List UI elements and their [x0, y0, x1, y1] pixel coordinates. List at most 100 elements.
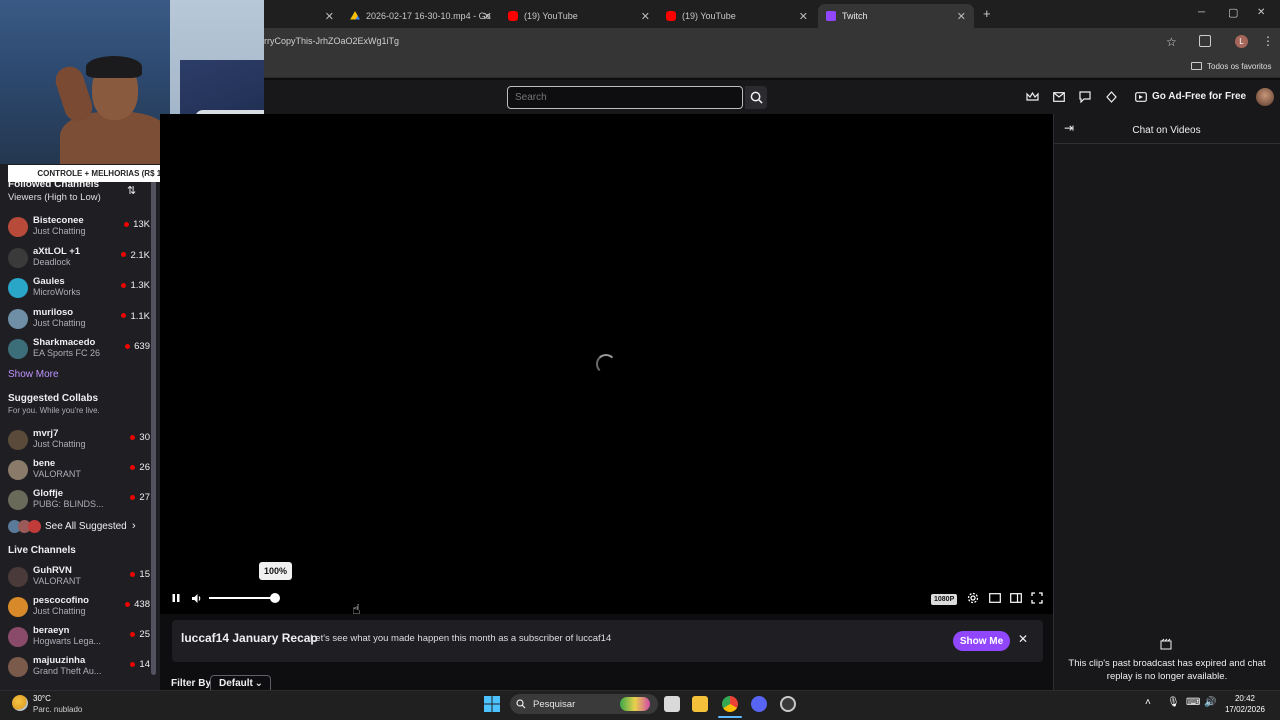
user-avatar[interactable] — [1256, 88, 1274, 106]
live-dot-icon — [130, 464, 136, 470]
channel-name: GuhRVN — [33, 565, 72, 576]
followed-channel-row[interactable]: Sharkmacedo EA Sports FC 26 639 — [8, 336, 150, 364]
channel-avatar — [8, 430, 28, 450]
bookmark-star-icon[interactable]: ☆ — [1166, 35, 1177, 49]
tab-twitch[interactable]: Twitch ✕ — [818, 4, 974, 28]
recap-description: Let's see what you made happen this mont… — [310, 633, 612, 644]
weather-temp[interactable]: 30°C — [33, 694, 51, 703]
search-icon — [516, 699, 526, 709]
channel-avatar — [8, 217, 28, 237]
volume-icon — [192, 593, 201, 603]
channel-name: Bisteconee — [33, 215, 84, 226]
channel-avatar — [8, 460, 28, 480]
channel-game: Just Chatting — [33, 606, 86, 616]
viewer-count: 2.1K — [121, 250, 150, 261]
windows-start-icon[interactable] — [484, 696, 500, 712]
chat-header-divider — [1053, 143, 1280, 144]
chevron-up-icon[interactable]: ˄ — [1145, 697, 1151, 708]
show-more-link[interactable]: Show More — [8, 369, 59, 380]
sort-label[interactable]: Viewers (High to Low) — [8, 192, 101, 203]
channel-avatar — [8, 339, 28, 359]
clock-time[interactable]: 20:42 — [1220, 694, 1270, 703]
clock-date[interactable]: 17/02/2026 — [1220, 705, 1270, 714]
theatre-mode-button[interactable] — [988, 591, 1002, 605]
close-icon[interactable]: ✕ — [799, 10, 808, 23]
see-all-suggested-link[interactable]: See All Suggested — [45, 521, 127, 532]
go-ad-free-button[interactable]: Go Ad-Free for Free — [1152, 91, 1246, 102]
network-icon[interactable]: ⌨ — [1186, 697, 1200, 708]
chat-replay-message: This clip's past broadcast has expired a… — [1068, 658, 1266, 682]
suggested-channel-row[interactable]: mvrj7 Just Chatting 30 — [8, 427, 150, 455]
settings-button[interactable] — [966, 591, 980, 605]
tab-youtube-2[interactable]: (19) YouTube ✕ — [658, 4, 816, 28]
suggested-collabs-header: Suggested Collabs — [8, 393, 99, 404]
taskbar-search-text[interactable]: Pesquisar — [533, 699, 575, 710]
sidebar-toggle-button[interactable] — [1009, 591, 1023, 605]
weather-icon[interactable] — [12, 695, 28, 711]
show-me-button[interactable]: Show Me — [953, 631, 1010, 651]
close-icon[interactable]: ✕ — [957, 10, 966, 23]
window-close-button[interactable]: ✕ — [1257, 7, 1265, 18]
channel-game: VALORANT — [33, 576, 81, 586]
browser-menu-icon[interactable]: ⋮ — [1262, 34, 1274, 48]
app-icon[interactable] — [780, 696, 796, 712]
whispers-icon[interactable] — [1078, 90, 1092, 104]
speaker-icon[interactable]: 🔊 — [1204, 697, 1216, 708]
tab-drive-video[interactable]: 2026-02-17 16-30-10.mp4 - Go ✕ — [342, 4, 500, 28]
prime-crown-icon[interactable] — [1025, 90, 1039, 104]
tab-youtube-1[interactable]: (19) YouTube ✕ — [500, 4, 658, 28]
minimize-button[interactable]: ─ — [1198, 7, 1205, 18]
close-icon[interactable]: ✕ — [1018, 632, 1028, 646]
bits-icon[interactable] — [1104, 90, 1118, 104]
search-input[interactable] — [507, 86, 743, 109]
new-tab-button[interactable]: + — [983, 6, 991, 21]
volume-slider-track[interactable] — [209, 597, 275, 599]
mute-button[interactable] — [190, 591, 204, 605]
sort-icon[interactable]: ⇅ — [127, 184, 136, 197]
chrome-icon[interactable] — [722, 696, 738, 712]
suggested-channel-row[interactable]: Gloffje PUBG: BLINDS... 27 — [8, 487, 150, 515]
close-icon[interactable]: ✕ — [641, 10, 650, 23]
mouse-cursor-icon: ☝ — [352, 601, 361, 617]
filter-by-label: Filter By — [171, 678, 212, 689]
discord-icon[interactable] — [751, 696, 767, 712]
live-channel-row[interactable]: GuhRVN VALORANT 15 — [8, 564, 150, 592]
live-channel-row[interactable]: beraeyn Hogwarts Lega... 25 — [8, 624, 150, 652]
suggested-channel-row[interactable]: bene VALORANT 26 — [8, 457, 150, 485]
ad-free-icon[interactable] — [1134, 90, 1148, 104]
channel-game: Hogwarts Lega... — [33, 636, 102, 646]
followed-channel-row[interactable]: Bisteconee Just Chatting 13K — [8, 214, 150, 242]
followed-channel-row[interactable]: muriloso Just Chatting 1.1K — [8, 306, 150, 334]
inbox-icon[interactable] — [1052, 90, 1066, 104]
live-dot-icon — [121, 282, 127, 288]
url-text[interactable]: rryCopyThis-JrhZOaO2ExWg1iTg — [264, 36, 399, 46]
tab-close-prev[interactable]: ✕ — [320, 4, 340, 28]
channel-name: Gloffje — [33, 488, 64, 499]
viewer-count: 639 — [125, 341, 150, 352]
loading-spinner-icon — [596, 354, 616, 374]
extensions-icon[interactable] — [1199, 35, 1211, 47]
file-explorer-icon[interactable] — [692, 696, 708, 712]
all-bookmarks-link[interactable]: Todos os favoritos — [1207, 62, 1271, 71]
weather-desc[interactable]: Parc. nublado — [33, 705, 82, 714]
fullscreen-button[interactable] — [1030, 591, 1044, 605]
followed-channel-row[interactable]: aXtLOL +1 Deadlock 2.1K — [8, 245, 150, 273]
followed-channel-row[interactable]: Gaules MicroWorks 1.3K — [8, 275, 150, 303]
sidebar-scrollbar[interactable] — [151, 165, 156, 675]
viewer-count: 25 — [130, 629, 150, 640]
live-dot-icon — [125, 343, 131, 349]
volume-slider-handle[interactable] — [270, 593, 280, 603]
channel-game: Just Chatting — [33, 226, 86, 236]
search-button[interactable] — [745, 86, 767, 109]
task-view-icon[interactable] — [664, 696, 680, 712]
microphone-icon[interactable]: 🎙 — [1167, 697, 1180, 708]
youtube-icon — [508, 11, 518, 21]
profile-avatar[interactable]: L — [1235, 35, 1248, 48]
pause-button[interactable] — [169, 591, 183, 605]
maximize-button[interactable]: ▢ — [1228, 6, 1238, 19]
channel-name: muriloso — [33, 306, 74, 318]
close-icon[interactable]: ✕ — [483, 10, 492, 23]
layout-icon — [1010, 593, 1022, 603]
live-channel-row[interactable]: pescocofino Just Chatting 438 — [8, 594, 150, 622]
live-channel-row[interactable]: majuuzinha Grand Theft Au... 14 — [8, 654, 150, 682]
